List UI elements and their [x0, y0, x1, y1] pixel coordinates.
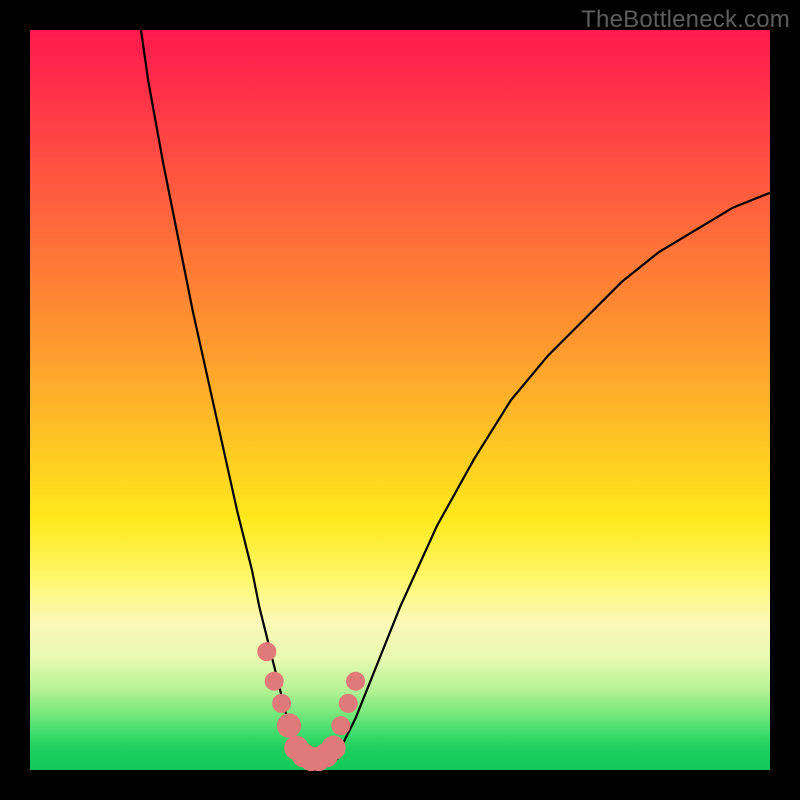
valley-marker — [265, 672, 283, 690]
curve-right-branch — [333, 193, 770, 763]
valley-marker — [273, 694, 291, 712]
curve-left-branch — [141, 30, 304, 763]
valley-marker — [347, 672, 365, 690]
chart-plot-area — [30, 30, 770, 770]
valley-marker — [339, 694, 357, 712]
valley-marker — [277, 714, 300, 737]
valley-marker — [332, 717, 350, 735]
chart-frame: TheBottleneck.com — [0, 0, 800, 800]
valley-marker — [258, 643, 276, 661]
chart-svg — [30, 30, 770, 770]
valley-marker — [322, 736, 345, 759]
